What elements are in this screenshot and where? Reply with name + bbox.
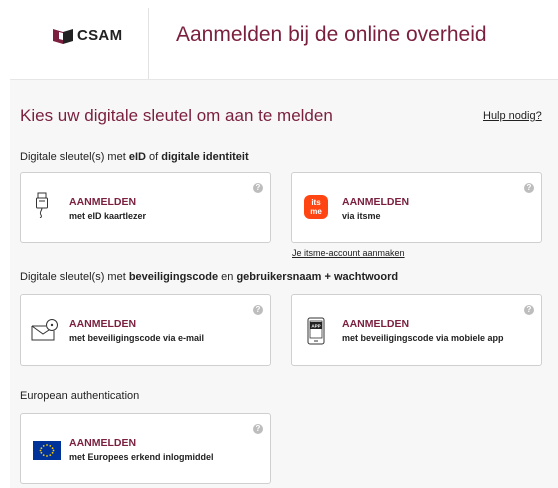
- itsme-create-account-link[interactable]: Je itsme-account aanmaken: [292, 248, 405, 258]
- section-bold: beveiligingscode: [128, 271, 219, 283]
- section-text: of: [145, 151, 162, 163]
- section-label-european: European authentication: [20, 390, 140, 402]
- card-title: AANMELDEN: [342, 318, 410, 330]
- itsme-login-card[interactable]: its me AANMELDEN via itsme ?: [291, 172, 542, 243]
- help-icon[interactable]: ?: [253, 183, 263, 193]
- page-title: Kies uw digitale sleutel om aan te melde…: [20, 106, 333, 125]
- section-bold: gebruikersnaam + wachtwoord: [236, 271, 399, 283]
- card-subtitle: met eID kaartlezer: [69, 211, 147, 221]
- section-bold: digitale identiteit: [161, 151, 249, 163]
- card-title: AANMELDEN: [342, 196, 410, 208]
- card-title: AANMELDEN: [69, 196, 137, 208]
- card-subtitle: via itsme: [342, 211, 381, 221]
- logo-text: CSAM: [77, 27, 123, 44]
- section-text: en: [218, 271, 237, 283]
- itsme-logo-top: its: [311, 198, 321, 207]
- itsme-logo-icon: its me: [304, 195, 328, 219]
- section-text: Digitale sleutel(s) met: [20, 151, 129, 163]
- csam-logo[interactable]: CSAM: [53, 27, 122, 44]
- mobile-app-login-card[interactable]: APP AANMELDEN met beveiligingscode via m…: [291, 294, 542, 366]
- help-icon[interactable]: ?: [253, 305, 263, 315]
- section-bold: eID: [128, 151, 146, 163]
- help-link[interactable]: Hulp nodig?: [483, 110, 542, 122]
- email-login-card[interactable]: AANMELDEN met beveiligingscode via e-mai…: [20, 294, 271, 366]
- header: CSAM Aanmelden bij de online overheid: [0, 0, 558, 80]
- help-icon[interactable]: ?: [524, 305, 534, 315]
- card-reader-icon: [36, 192, 48, 218]
- csam-flag-icon: [53, 28, 73, 44]
- card-subtitle: met beveiligingscode via e-mail: [69, 333, 205, 343]
- european-login-card[interactable]: AANMELDEN met Europees erkend inlogmidde…: [20, 413, 271, 484]
- help-icon[interactable]: ?: [524, 183, 534, 193]
- eu-flag-icon: [33, 441, 61, 460]
- section-text: Digitale sleutel(s) met: [20, 271, 129, 283]
- section-label-eid: Digitale sleutel(s) met eID of digitale …: [20, 151, 249, 163]
- help-icon[interactable]: ?: [253, 424, 263, 434]
- email-code-icon: [31, 319, 58, 341]
- card-title: AANMELDEN: [69, 437, 137, 449]
- page-header-title: Aanmelden bij de online overheid: [176, 23, 487, 46]
- mobile-app-icon: APP: [307, 317, 325, 345]
- itsme-logo-bottom: me: [310, 207, 322, 216]
- card-subtitle: met Europees erkend inlogmiddel: [69, 452, 214, 462]
- eid-login-card[interactable]: AANMELDEN met eID kaartlezer ?: [20, 172, 271, 243]
- app-badge-text: APP: [311, 324, 320, 329]
- card-title: AANMELDEN: [69, 318, 137, 330]
- card-subtitle: met beveiligingscode via mobiele app: [342, 333, 504, 343]
- header-divider: [148, 8, 149, 80]
- section-label-code: Digitale sleutel(s) met beveiligingscode…: [20, 271, 398, 283]
